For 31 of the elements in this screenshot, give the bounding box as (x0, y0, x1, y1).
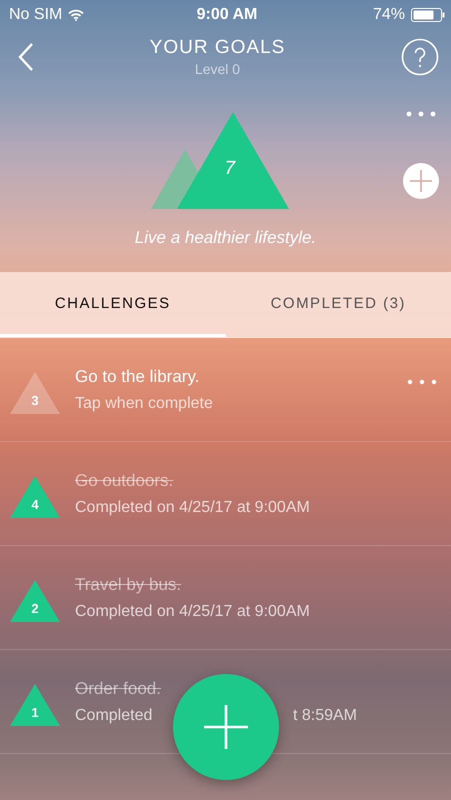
challenge-title[interactable]: Go outdoors. (75, 470, 437, 490)
challenge-triangle: 3 (10, 372, 60, 414)
challenge-detail: t 8:59AM (292, 706, 357, 724)
clock: 9:00 AM (196, 6, 258, 24)
more-button[interactable] (407, 378, 437, 384)
challenge-detail: Completed on 4/25/17 at 9:00AM (75, 602, 311, 620)
goal-count: 7 (224, 158, 236, 180)
plus-icon (409, 169, 433, 193)
tab[interactable]: COMPLETED (3) (226, 272, 451, 337)
goal-tagline: Live a healthier lifestyle. (134, 228, 316, 248)
more-button[interactable] (406, 111, 436, 117)
help-button[interactable] (401, 38, 439, 76)
challenge-title[interactable]: Travel by bus. (75, 574, 437, 594)
challenge-title[interactable]: Order food. (75, 678, 437, 698)
screen-title: YOUR GOALS (150, 37, 286, 59)
wifi-icon (68, 9, 84, 21)
carrier: No SIM (9, 6, 62, 24)
challenge-detail: Tap when complete (75, 394, 214, 412)
challenge-triangle: 1 (10, 684, 60, 726)
plus-icon (204, 705, 248, 749)
challenge-detail: Completed (75, 706, 152, 724)
back-button[interactable] (18, 42, 34, 72)
battery-percent: 74% (372, 6, 405, 24)
challenge-triangle: 2 (10, 580, 60, 622)
battery-icon (410, 8, 445, 22)
challenge-detail: Completed on 4/25/17 at 9:00AM (75, 498, 311, 516)
level-label: Level 0 (194, 61, 240, 77)
challenge-title[interactable]: Go to the library. (75, 366, 392, 386)
add-button[interactable] (403, 163, 439, 199)
tab[interactable]: CHALLENGES (0, 272, 226, 337)
challenge-triangle: 4 (10, 476, 60, 518)
